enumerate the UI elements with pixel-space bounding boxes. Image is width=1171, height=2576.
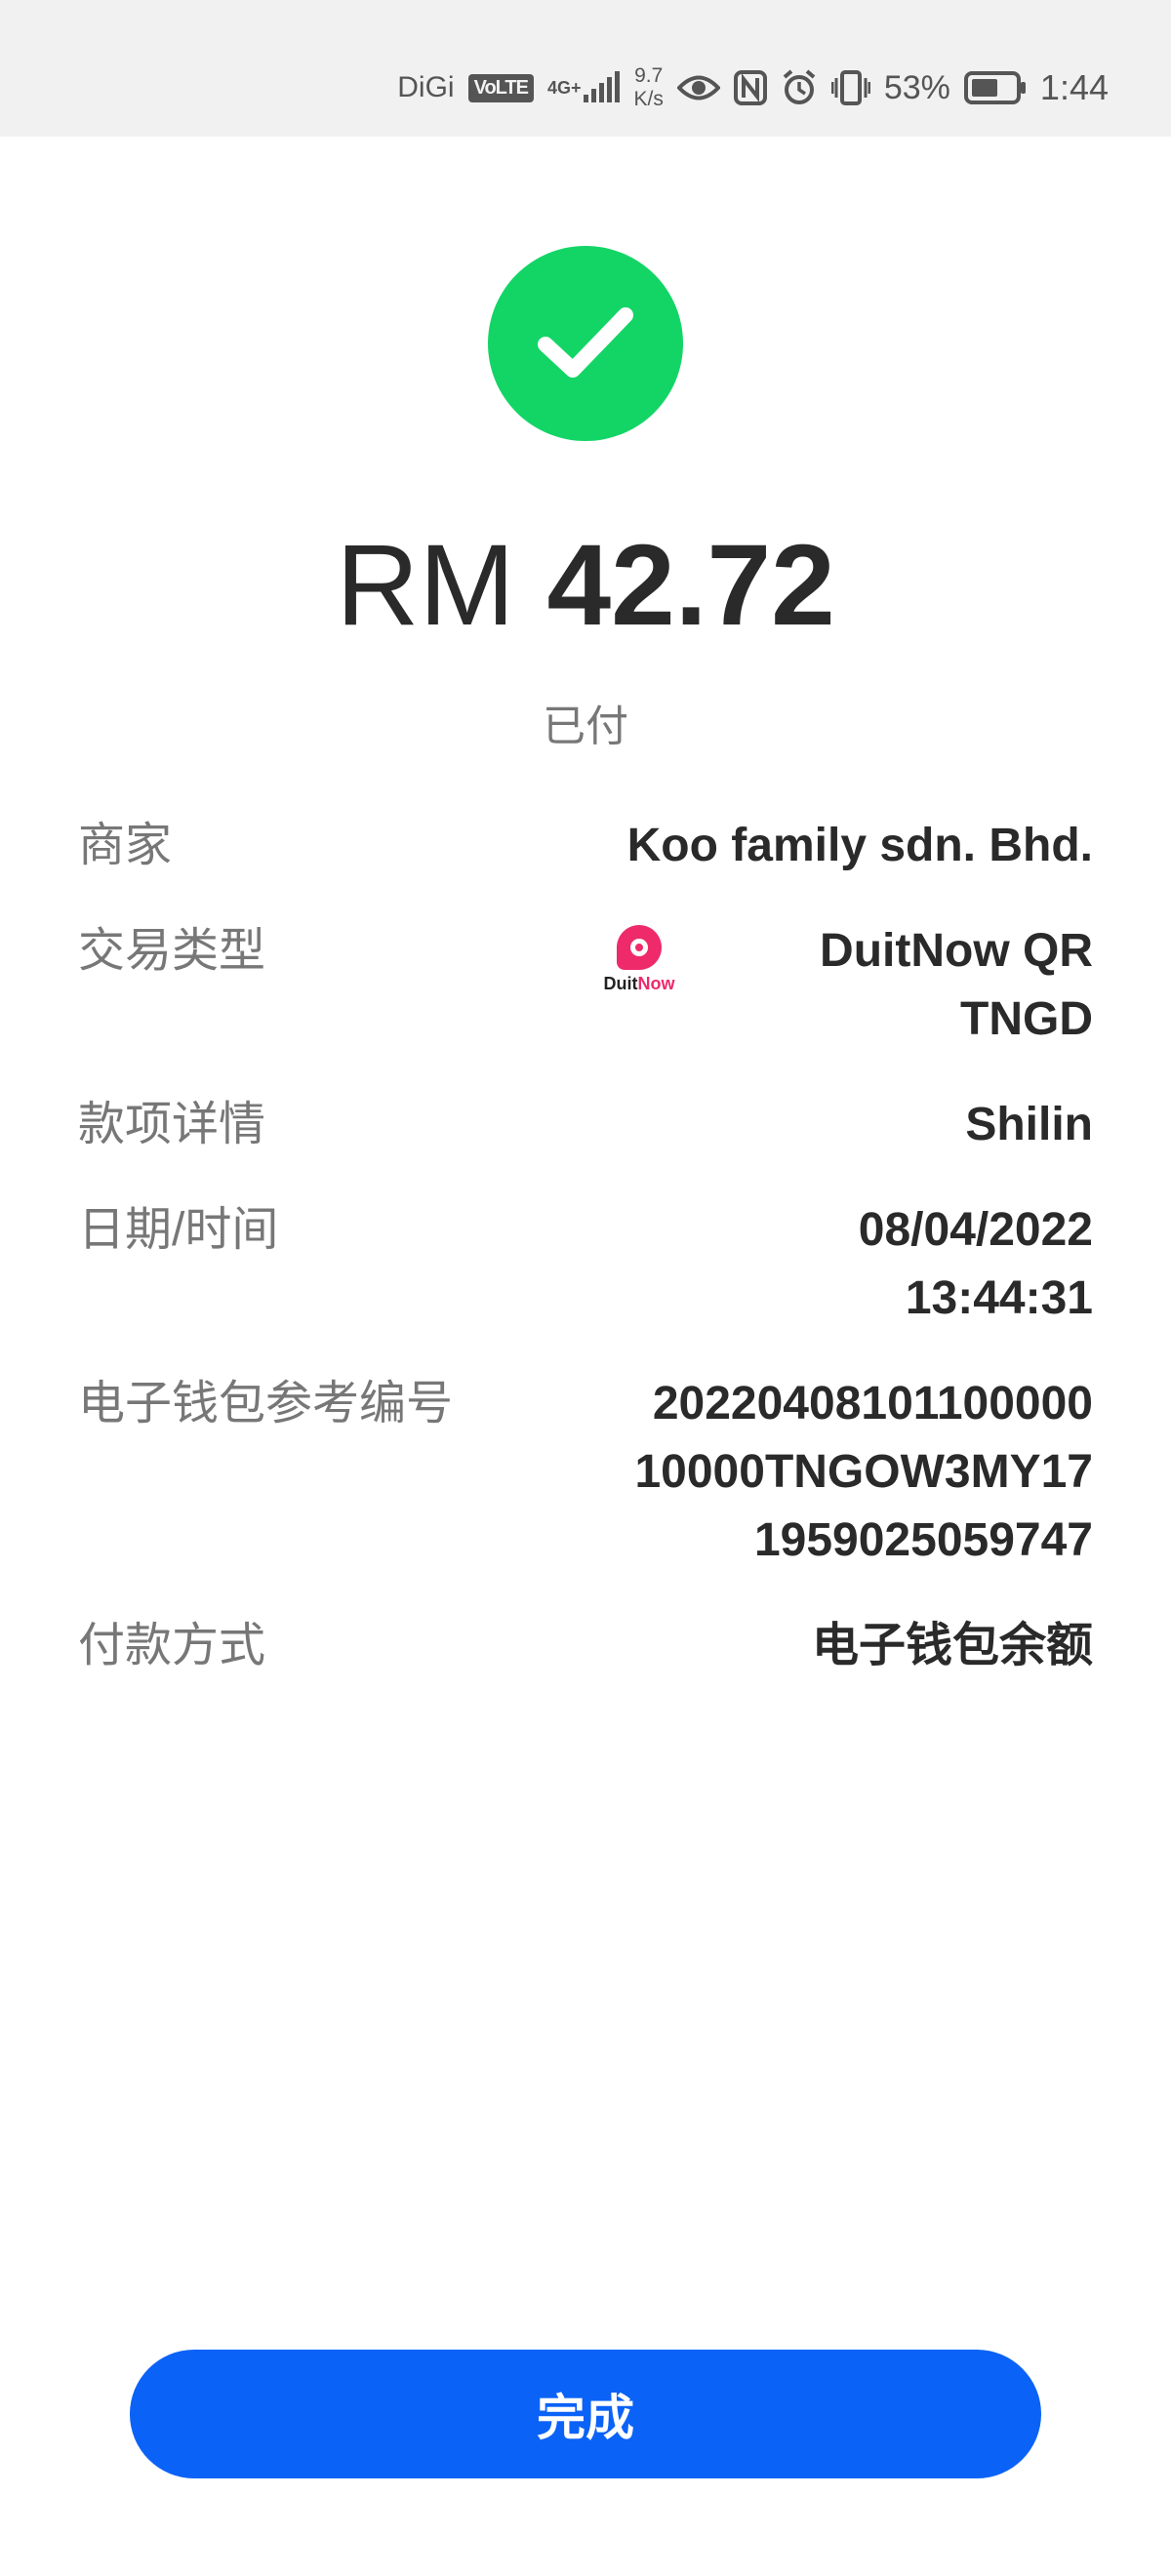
status-bar-icons: DiGi VoLTE 4G+ 9.7 K/s 53% 1:44 [397,59,1109,117]
clock: 1:44 [1039,67,1109,107]
payment-method-value: 电子钱包余额 [811,1620,1093,1671]
currency: RM [336,521,515,650]
reference-row: 电子钱包参考编号 20220408101100000 10000TNGOW3MY… [78,1370,1093,1575]
payment-details-label: 款项详情 [78,1099,266,1150]
payment-status: 已付 [543,703,628,750]
reference-line1: 20220408101100000 [652,1378,1093,1429]
datetime-label: 日期/时间 [78,1204,279,1256]
date-value: 08/04/2022 [858,1204,1093,1256]
time-value: 13:44:31 [905,1272,1093,1324]
status-bar: DiGi VoLTE 4G+ 9.7 K/s 53% 1:44 [0,0,1171,137]
transaction-type-line1: DuitNow QR [820,925,1093,977]
merchant-label: 商家 [78,820,173,871]
vibrate-icon [830,70,870,105]
volte-badge: VoLTE [467,73,534,102]
reference-value: 20220408101100000 10000TNGOW3MY17 195902… [634,1370,1093,1575]
duitnow-logo: DuitNow [586,925,693,1003]
amount-value: 42.72 [546,521,835,650]
payment-details-value: Shilin [965,1099,1093,1150]
transaction-type-row: 交易类型 DuitNow DuitNow QR TNGD [78,917,1093,1054]
network-speed-value: 9.7 [634,64,664,87]
datetime-value: 08/04/2022 13:44:31 [859,1196,1093,1333]
duitnow-brand: DuitNow [603,974,675,993]
done-button[interactable]: 完成 [130,2350,1041,2478]
battery-icon [963,71,1027,104]
signal-icon: 4G+ [547,71,621,104]
success-check-icon [488,246,683,441]
datetime-row: 日期/时间 08/04/2022 13:44:31 [78,1196,1093,1333]
payment-amount: RM 42.72 [0,507,1171,664]
duitnow-pin-icon [617,925,662,970]
nfc-icon [733,70,767,105]
transaction-type-label: 交易类型 [78,925,266,977]
transaction-type-line2: TNGD [960,993,1093,1045]
network-speed: 9.7 K/s [634,64,664,111]
reference-line3: 1959025059747 [753,1514,1093,1566]
reference-line2: 10000TNGOW3MY17 [634,1446,1093,1498]
merchant-row: 商家 Koo family sdn. Bhd. [78,812,1093,880]
payment-method-label: 付款方式 [78,1620,266,1671]
network-type: 4G+ [546,78,582,98]
payment-details-row: 款项详情 Shilin [78,1091,1093,1159]
network-speed-unit: K/s [633,88,664,110]
merchant-value: Koo family sdn. Bhd. [626,820,1093,871]
battery-percent: 53% [883,68,950,106]
payment-method-row: 付款方式 电子钱包余额 [78,1612,1093,1680]
carrier-name: DiGi [397,71,455,103]
reference-label: 电子钱包参考编号 [78,1378,454,1429]
alarm-icon [781,69,818,106]
eye-icon [676,73,720,102]
transaction-type-value: DuitNow QR TNGD [820,917,1093,1054]
